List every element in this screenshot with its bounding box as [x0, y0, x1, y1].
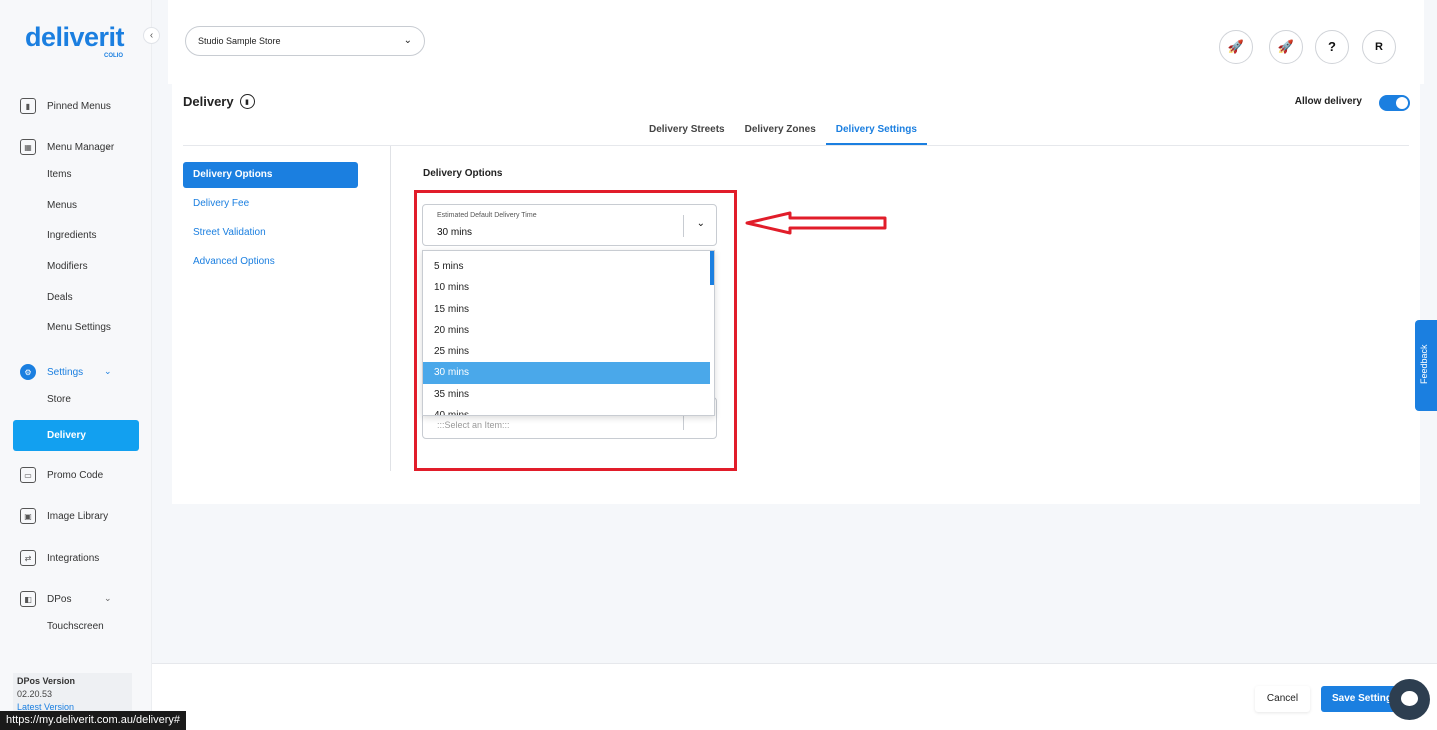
tab-divider	[183, 145, 1409, 146]
logo-subtitle: COLIO	[104, 53, 123, 59]
dropdown-option[interactable]: 15 mins	[423, 299, 714, 320]
ticket-icon: ▭	[20, 467, 36, 483]
topbar: Studio Sample Store ⌄ 🚀 🚀 ? R	[168, 0, 1424, 84]
sidebar-item-image-library[interactable]: ▣ Image Library	[20, 508, 108, 524]
field-separator	[683, 215, 684, 237]
dropdown-option-selected[interactable]: 30 mins	[423, 362, 710, 384]
version-box: DPos Version 02.20.53 Latest Version	[13, 673, 132, 713]
chevron-down-icon: ⌄	[403, 35, 412, 46]
integrations-icon: ⇄	[20, 550, 36, 566]
feedback-label: Feedback	[1419, 344, 1429, 384]
store-select-value: Studio Sample Store	[198, 36, 281, 46]
sidebar-subitem-touchscreen[interactable]: Touchscreen	[47, 621, 104, 632]
sidebar-subitem-menu-settings[interactable]: Menu Settings	[47, 322, 111, 333]
pin-icon[interactable]: ▮	[239, 94, 255, 109]
bookmark-icon: ▮	[20, 98, 36, 114]
tab-bar: Delivery Streets Delivery Zones Delivery…	[639, 118, 927, 145]
sidebar-subitem-modifiers[interactable]: Modifiers	[47, 261, 88, 272]
sidebar: deliverit COLIO ▮ Pinned Menus ▦ Menu Ma…	[0, 0, 152, 730]
dropdown-option[interactable]: 40 mins	[423, 405, 714, 415]
dropdown-option[interactable]: 10 mins	[423, 277, 714, 298]
sidebar-subitem-delivery[interactable]: Delivery	[13, 420, 139, 451]
dropdown-scrollbar[interactable]	[710, 251, 714, 285]
collapse-sidebar-button[interactable]: ‹	[143, 27, 160, 44]
dropdown-option[interactable]: 5 mins	[423, 256, 714, 277]
dpos-icon: ◧	[20, 591, 36, 607]
field-label: Estimated Default Delivery Time	[437, 212, 537, 219]
dropdown-option[interactable]: 20 mins	[423, 320, 714, 341]
dropdown-option[interactable]: 35 mins	[423, 384, 714, 405]
image-icon: ▣	[20, 508, 36, 524]
tab-delivery-streets[interactable]: Delivery Streets	[639, 118, 735, 145]
chevron-down-icon[interactable]: ⌄	[104, 141, 112, 152]
store-select[interactable]: Studio Sample Store ⌄	[185, 26, 425, 56]
delivery-time-select[interactable]: Estimated Default Delivery Time 30 mins …	[422, 204, 717, 246]
sidebar-item-label: Integrations	[47, 552, 100, 564]
dropdown-option[interactable]: 25 mins	[423, 341, 714, 362]
delivery-time-dropdown[interactable]: 5 mins 10 mins 15 mins 20 mins 25 mins 3…	[422, 250, 715, 416]
feedback-tab[interactable]: Feedback	[1415, 320, 1437, 411]
option-street-validation[interactable]: Street Validation	[183, 227, 266, 238]
status-bar-url: https://my.deliverit.com.au/delivery#	[0, 711, 187, 730]
allow-delivery-toggle[interactable]	[1379, 95, 1410, 111]
chevron-down-icon[interactable]: ⌄	[697, 218, 705, 229]
rocket-outline-icon[interactable]: 🚀	[1269, 30, 1303, 64]
sidebar-item-integrations[interactable]: ⇄ Integrations	[20, 550, 99, 566]
sidebar-item-label: Promo Code	[47, 469, 104, 481]
sidebar-item-label: Image Library	[47, 510, 109, 522]
avatar[interactable]: R	[1362, 30, 1396, 64]
menu-grid-icon: ▦	[20, 139, 36, 155]
chevron-down-icon[interactable]: ⌄	[104, 593, 112, 604]
gear-icon: ⚙	[20, 364, 36, 380]
tab-delivery-settings[interactable]: Delivery Settings	[825, 118, 927, 145]
page-title: Delivery ▮	[183, 94, 255, 109]
sidebar-subitem-items[interactable]: Items	[47, 169, 71, 180]
section-title: Delivery Options	[423, 168, 503, 179]
option-delivery-fee[interactable]: Delivery Fee	[183, 198, 249, 209]
sidebar-item-pinned-menus[interactable]: ▮ Pinned Menus	[20, 98, 111, 114]
sidebar-item-menu-manager[interactable]: ▦ Menu Manager	[20, 139, 114, 155]
version-number: 02.20.53	[17, 689, 53, 699]
sidebar-subitem-ingredients[interactable]: Ingredients	[47, 230, 96, 241]
sidebar-item-dpos[interactable]: ◧ DPos	[20, 591, 71, 607]
deliverit-logo[interactable]: deliverit	[25, 22, 125, 53]
chat-icon[interactable]	[1389, 679, 1430, 720]
option-advanced-options[interactable]: Advanced Options	[183, 256, 275, 267]
tab-delivery-zones[interactable]: Delivery Zones	[735, 118, 826, 145]
item-select-placeholder: :::Select an Item:::	[437, 420, 510, 430]
page-title-text: Delivery	[183, 94, 234, 109]
sidebar-item-label: Settings	[47, 366, 84, 378]
sidebar-item-label: DPos	[47, 593, 72, 605]
version-label: DPos Version	[17, 676, 76, 686]
rocket-icon[interactable]: 🚀	[1219, 30, 1253, 64]
chevron-down-icon[interactable]: ⌄	[104, 366, 112, 377]
sidebar-subitem-deals[interactable]: Deals	[47, 292, 73, 303]
footer-bar	[152, 663, 1437, 730]
allow-delivery-label: Allow delivery	[1294, 96, 1362, 107]
cancel-button[interactable]: Cancel	[1255, 686, 1310, 712]
sidebar-item-label: Pinned Menus	[47, 100, 111, 112]
sidebar-subitem-menus[interactable]: Menus	[47, 200, 77, 211]
field-value: 30 mins	[437, 227, 473, 238]
help-icon[interactable]: ?	[1315, 30, 1349, 64]
sidebar-subitem-store[interactable]: Store	[47, 394, 71, 405]
options-divider	[390, 146, 391, 471]
option-delivery-options[interactable]: Delivery Options	[183, 162, 358, 188]
arrow-left-icon	[745, 211, 887, 235]
main-card: Delivery ▮ Allow delivery Delivery Stree…	[172, 84, 1420, 504]
sidebar-item-settings[interactable]: ⚙ Settings	[20, 364, 83, 380]
sidebar-item-promo-code[interactable]: ▭ Promo Code	[20, 467, 103, 483]
